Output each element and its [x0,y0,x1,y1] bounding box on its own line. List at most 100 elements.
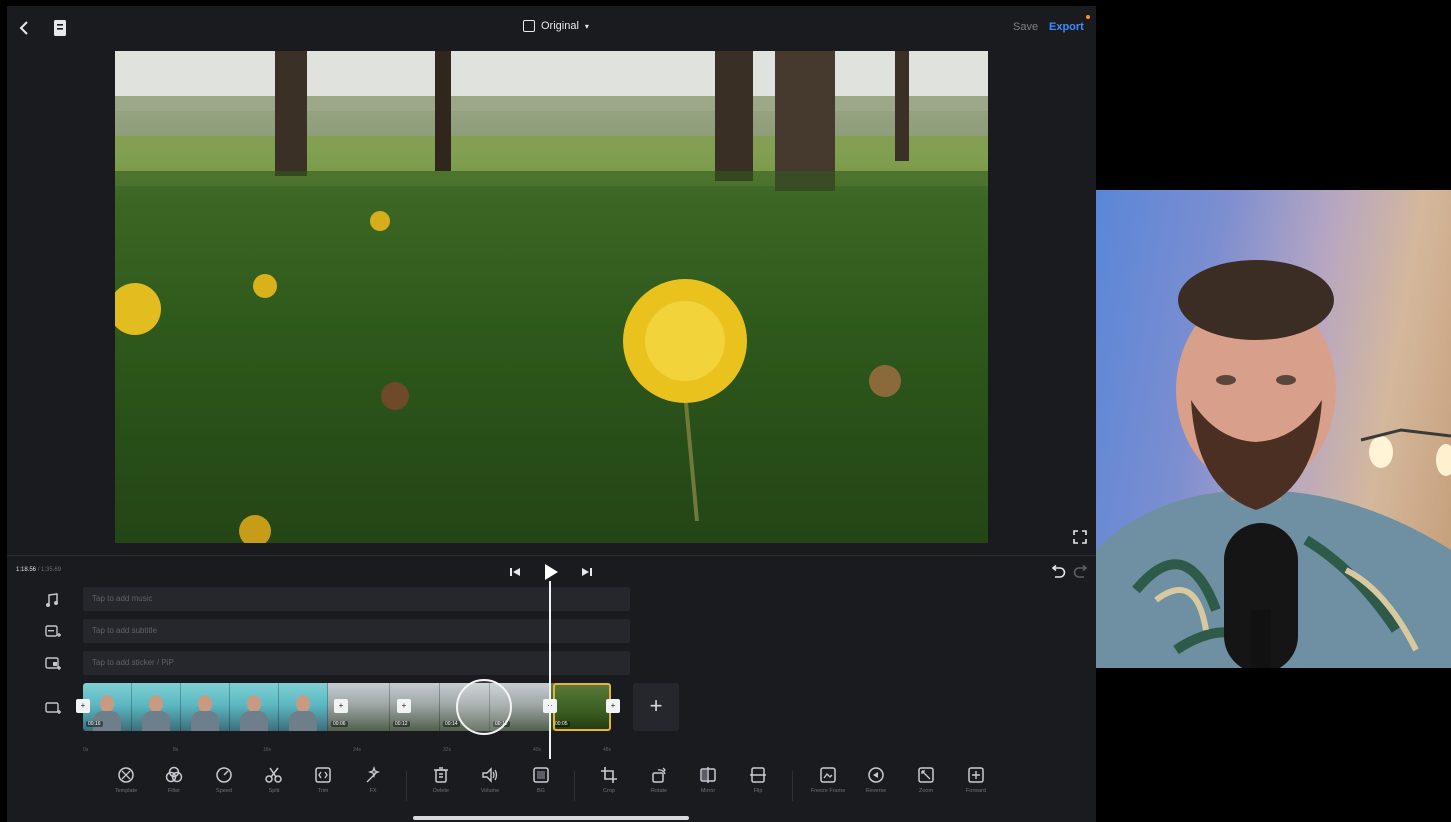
presenter-video [1096,260,1451,668]
clip-thumbnail[interactable] [181,683,230,731]
tool-label: Mirror [700,788,716,794]
scissors-icon [265,767,282,783]
clip-duration: 00:12 [393,721,410,727]
divider [7,555,1096,556]
home-indicator [413,816,689,820]
playhead[interactable] [549,581,551,759]
project-info-icon[interactable] [53,19,67,37]
tool-label: BG [537,788,545,794]
tool-mirror[interactable]: Mirror [684,766,732,795]
sticker-track[interactable]: Tap to add sticker / PiP [83,651,630,675]
ruler-tick: 48s [603,747,612,753]
music-track-icon [46,593,58,607]
transition-button[interactable]: + [334,699,348,713]
tool-label: Forward [965,788,987,794]
tool-forward[interactable]: Forward [952,766,1000,795]
time-ruler: 0s 8s 16s 24s 32s 40s 48s [83,741,623,755]
flip-icon [750,767,766,783]
tool-delete[interactable]: Delete [417,766,465,795]
fx-icon [366,766,381,783]
sticker-track-icon [45,657,61,670]
tool-label: Delete [433,788,449,794]
save-button[interactable]: Save [1013,21,1038,33]
subtitle-track-icon [45,625,61,637]
transition-button[interactable]: + [397,699,411,713]
tool-split[interactable]: Split [250,766,298,795]
clip-thumbnail[interactable]: 00:16 [83,683,132,731]
tool-bg[interactable]: BG [517,766,565,795]
play-icon[interactable] [543,563,559,581]
export-button[interactable]: Export [1049,21,1084,33]
background-icon [533,767,549,783]
toolbar-separator [792,771,793,801]
tool-rotate[interactable]: Rotate [635,766,683,795]
add-clip-button[interactable]: + [633,683,679,731]
fullscreen-icon[interactable] [1073,530,1087,544]
timeline-scrub-handle[interactable] [456,679,512,735]
sticker-track-placeholder: Tap to add sticker / PiP [92,658,174,667]
tool-label: Zoom [918,788,934,794]
timecode: 1:18.56 / 1:35.69 [16,567,61,573]
ruler-tick: 40s [533,747,542,753]
video-preview[interactable] [115,51,988,543]
mirror-icon [700,767,716,783]
clip-thumbnail[interactable] [132,683,181,731]
tool-template[interactable]: Template [102,766,150,795]
ruler-tick: 24s [353,747,362,753]
tool-fx[interactable]: FX [349,766,397,795]
music-track[interactable]: Tap to add music [83,587,630,611]
clip-duration: 00:06 [331,721,348,727]
freeze-frame-icon [820,767,836,783]
subtitle-track[interactable]: Tap to add subtitle [83,619,630,643]
ruler-tick: 16s [263,747,272,753]
tool-speed[interactable]: Speed [200,766,248,795]
tool-label: Trim [317,788,329,794]
redo-icon[interactable] [1073,565,1089,579]
tool-filter[interactable]: Filter [150,766,198,795]
tool-zoom[interactable]: Zoom [902,766,950,795]
skip-forward-icon[interactable] [582,567,592,577]
trash-icon [434,767,448,783]
toolbar-separator [406,771,407,801]
tool-freeze-frame[interactable]: Freeze Frame [804,766,852,795]
current-time: 1:18.56 [16,567,37,573]
tool-crop[interactable]: Crop [585,766,633,795]
notification-dot [1086,15,1090,19]
zoom-icon [918,767,934,783]
tool-label: Rotate [650,788,668,794]
tool-volume[interactable]: Volume [466,766,514,795]
skip-back-icon[interactable] [510,567,520,577]
video-track-icon [45,702,61,714]
transition-button[interactable]: + [606,699,620,713]
selected-clip-frame[interactable] [553,683,611,731]
ruler-tick: 8s [173,747,179,753]
transition-button[interactable]: + [76,699,90,713]
undo-icon[interactable] [1050,565,1066,579]
video-editor-app: Original ▾ Save Export 1:18.56 / 1:35.69… [7,6,1096,822]
forward-icon [968,767,984,783]
tool-label: Freeze Frame [810,788,846,794]
chevron-down-icon: ▾ [584,21,589,31]
reverse-icon [868,767,884,783]
clip-thumbnail[interactable] [230,683,279,731]
subtitle-track-placeholder: Tap to add subtitle [92,626,157,635]
tool-flip[interactable]: Flip [734,766,782,795]
toolbar-separator [574,771,575,801]
clip-duration: 00:14 [443,721,460,727]
tool-label: Speed [216,788,232,794]
crop-icon [601,767,617,783]
back-arrow-icon[interactable] [15,18,35,38]
tool-trim[interactable]: Trim [299,766,347,795]
aspect-ratio-dropdown[interactable]: Original ▾ [523,20,589,32]
tool-label: Filter [167,788,181,794]
aspect-ratio-icon [523,20,535,32]
rotate-icon [652,767,666,783]
preview-scene [115,51,988,543]
clip-thumbnail[interactable] [279,683,328,731]
tool-reverse[interactable]: Reverse [852,766,900,795]
webcam-overlay [1096,190,1451,668]
tool-label: Template [114,788,138,794]
volume-icon [482,767,498,783]
tool-label: Volume [480,788,500,794]
clip-duration: 00:16 [86,721,103,727]
